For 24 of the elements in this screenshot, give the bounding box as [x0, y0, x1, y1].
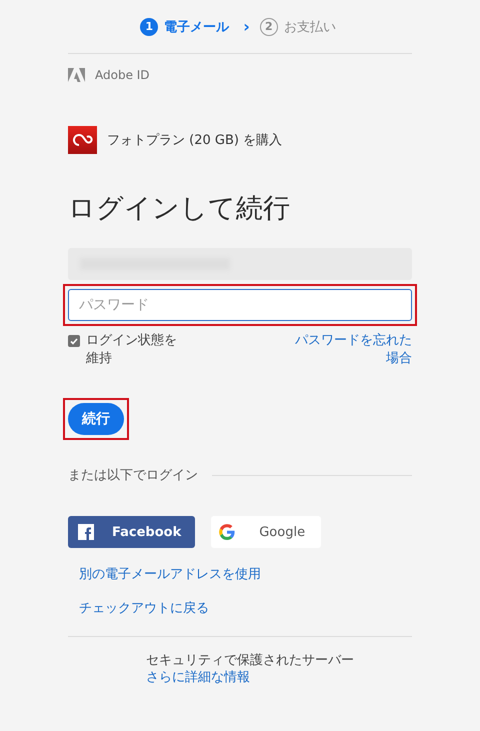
continue-button[interactable]: 続行	[68, 403, 124, 435]
facebook-button[interactable]: Facebook	[68, 516, 196, 548]
password-field[interactable]: パスワード	[68, 289, 412, 321]
text-link[interactable]: 別の電子メールアドレスを使用	[79, 566, 261, 584]
page-heading: ログインして続行	[68, 192, 291, 226]
app-icon	[68, 126, 97, 154]
text-link[interactable]: チェックアウトに戻る	[79, 600, 209, 618]
check-icon	[70, 338, 78, 344]
step-number: 1	[140, 18, 158, 36]
facebook-icon	[78, 524, 94, 540]
security-note: セキュリティで保護されたサーバー	[146, 652, 355, 669]
product-label: フォトプラン (20 GB) を購入	[107, 132, 282, 149]
brand-label: Adobe ID	[95, 68, 150, 82]
step-label: 電子メール	[164, 18, 230, 36]
forgot-password-link[interactable]: パスワードを忘れた場合	[292, 332, 412, 368]
logo-icon	[68, 68, 85, 82]
step-number: 2	[260, 18, 278, 36]
more-info-link[interactable]: さらに詳細な情報	[146, 669, 250, 687]
google-icon	[219, 524, 236, 540]
remember-checkbox[interactable]: ログイン状態を維持	[68, 332, 180, 368]
alt-login-label: または以下でログイン	[68, 467, 198, 484]
step-label: お支払い	[284, 18, 336, 36]
google-button[interactable]: Google	[211, 516, 322, 548]
chevron-icon: ›	[243, 17, 250, 36]
